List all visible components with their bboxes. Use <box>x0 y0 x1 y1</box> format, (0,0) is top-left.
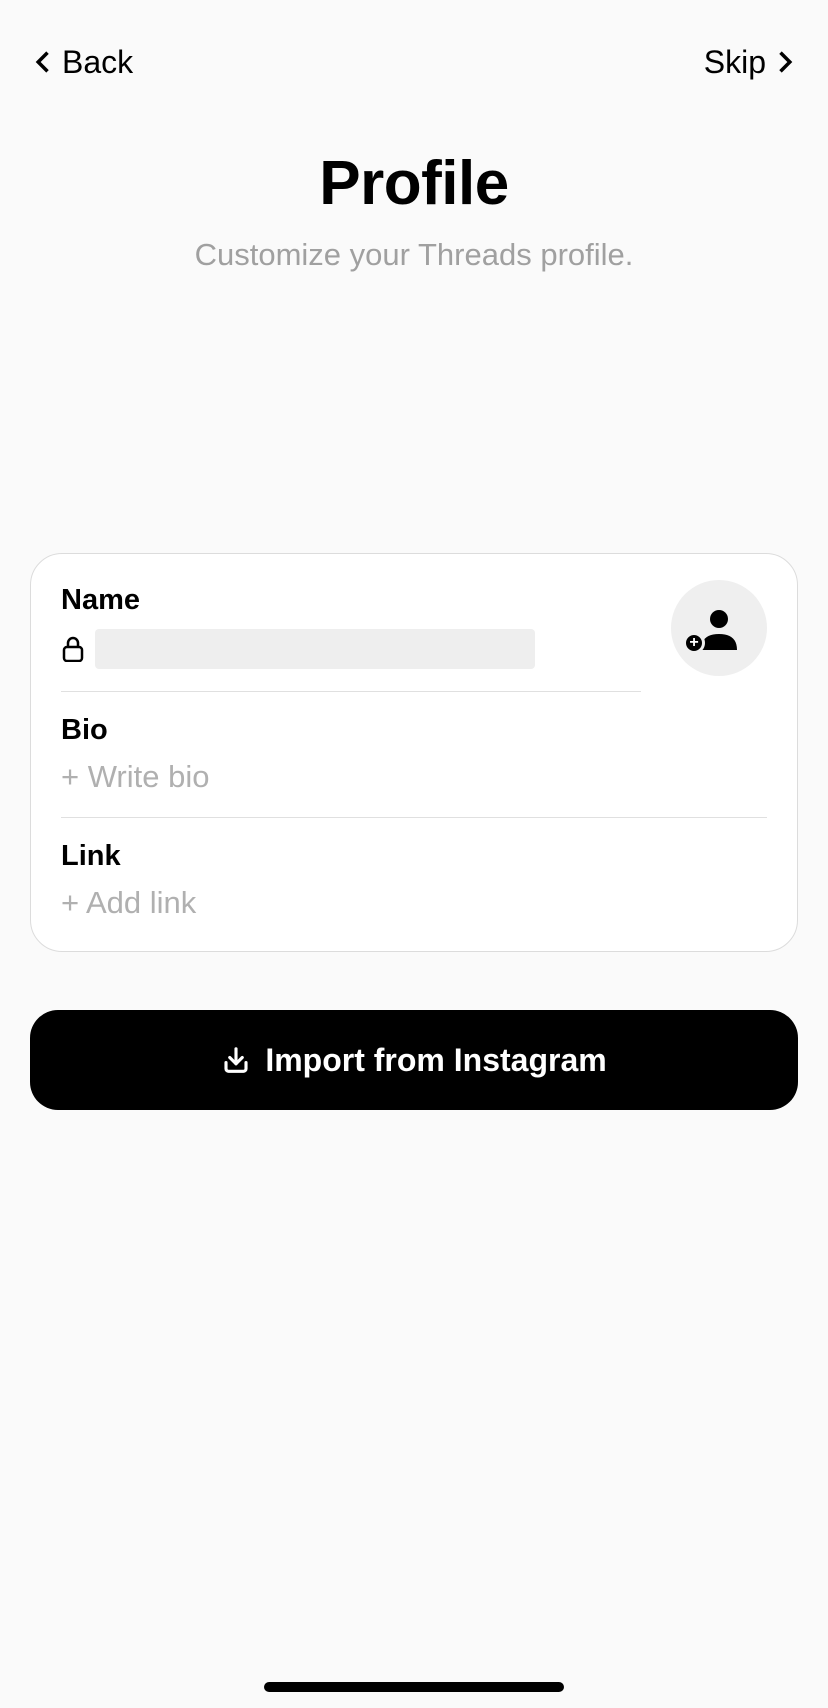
home-indicator[interactable] <box>264 1682 564 1692</box>
plus-badge-icon <box>683 632 705 654</box>
chevron-left-icon <box>30 48 58 76</box>
bio-field[interactable]: Bio + Write bio <box>61 692 767 817</box>
skip-label: Skip <box>704 44 766 81</box>
page-title: Profile <box>0 148 828 219</box>
bio-placeholder: + Write bio <box>61 759 767 795</box>
name-label: Name <box>61 584 767 617</box>
profile-card: Name Bio + Write bio Link + Add link <box>30 553 798 952</box>
name-field[interactable]: Name <box>61 584 767 691</box>
back-label: Back <box>62 44 133 81</box>
back-button[interactable]: Back <box>30 44 133 81</box>
skip-button[interactable]: Skip <box>704 44 798 81</box>
lock-icon <box>61 636 85 662</box>
chevron-right-icon <box>770 48 798 76</box>
import-instagram-button[interactable]: Import from Instagram <box>30 1010 798 1110</box>
name-value-redacted <box>95 629 535 669</box>
page-subtitle: Customize your Threads profile. <box>0 237 828 273</box>
link-label: Link <box>61 840 767 873</box>
import-label: Import from Instagram <box>265 1042 606 1079</box>
link-placeholder: + Add link <box>61 885 767 921</box>
avatar-button[interactable] <box>671 580 767 676</box>
import-icon <box>221 1045 251 1075</box>
bio-label: Bio <box>61 714 767 747</box>
link-field[interactable]: Link + Add link <box>61 818 767 921</box>
